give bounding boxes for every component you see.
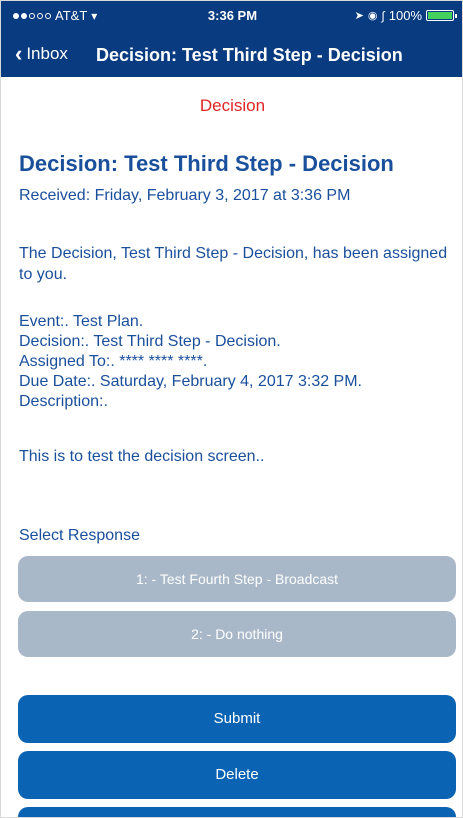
back-label: Inbox xyxy=(26,44,68,63)
select-response-label: Select Response xyxy=(19,527,140,544)
app-screen: AT&T ▾ 3:36 PM ➤ ◉ ∫ 100% ‹ Inbox Decisi… xyxy=(0,0,463,818)
details-block: Event:. Test Plan. Decision:. Test Third… xyxy=(19,312,362,412)
partial-action-button[interactable] xyxy=(18,807,456,817)
intro-paragraph: The Decision, Test Third Step - Decision… xyxy=(19,245,448,283)
page-title: Decision: Test Third Step - Decision xyxy=(19,151,394,176)
back-button[interactable]: ‹ Inbox xyxy=(15,41,68,66)
response-option-1[interactable]: 1: - Test Fourth Step - Broadcast xyxy=(18,556,456,602)
description-text: This is to test the decision screen.. xyxy=(19,448,265,465)
location-icon: ➤ xyxy=(354,10,364,22)
detail-assigned-to: Assigned To:. **** **** ****. xyxy=(19,353,208,370)
submit-button[interactable]: Submit xyxy=(18,695,456,743)
received-date: Received: Friday, February 3, 2017 at 3:… xyxy=(19,187,351,204)
detail-decision: Decision:. Test Third Step - Decision. xyxy=(19,333,281,350)
nav-title: Decision: Test Third Step - Decision xyxy=(96,45,403,65)
bluetooth-icon: ∫ xyxy=(381,8,385,23)
status-bar: AT&T ▾ 3:36 PM ➤ ◉ ∫ 100% xyxy=(1,1,462,35)
detail-event: Event:. Test Plan. xyxy=(19,313,144,330)
alarm-icon: ◉ xyxy=(367,10,378,22)
navigation-bar: ‹ Inbox Decision: Test Third Step - Deci… xyxy=(1,35,462,77)
chevron-left-icon: ‹ xyxy=(15,41,23,66)
detail-due-date: Due Date:. Saturday, February 4, 2017 3:… xyxy=(19,373,362,390)
delete-button[interactable]: Delete xyxy=(18,751,456,799)
item-type-label: Decision xyxy=(199,96,266,115)
status-right: ➤ ◉ ∫ 100% xyxy=(354,8,457,23)
response-option-2[interactable]: 2: - Do nothing xyxy=(18,611,456,657)
battery-percent: 100% xyxy=(388,8,422,23)
intro-text: The Decision, Test Third Step - Decision… xyxy=(19,243,449,285)
battery-icon xyxy=(426,10,457,21)
detail-description: Description:. xyxy=(19,393,108,410)
